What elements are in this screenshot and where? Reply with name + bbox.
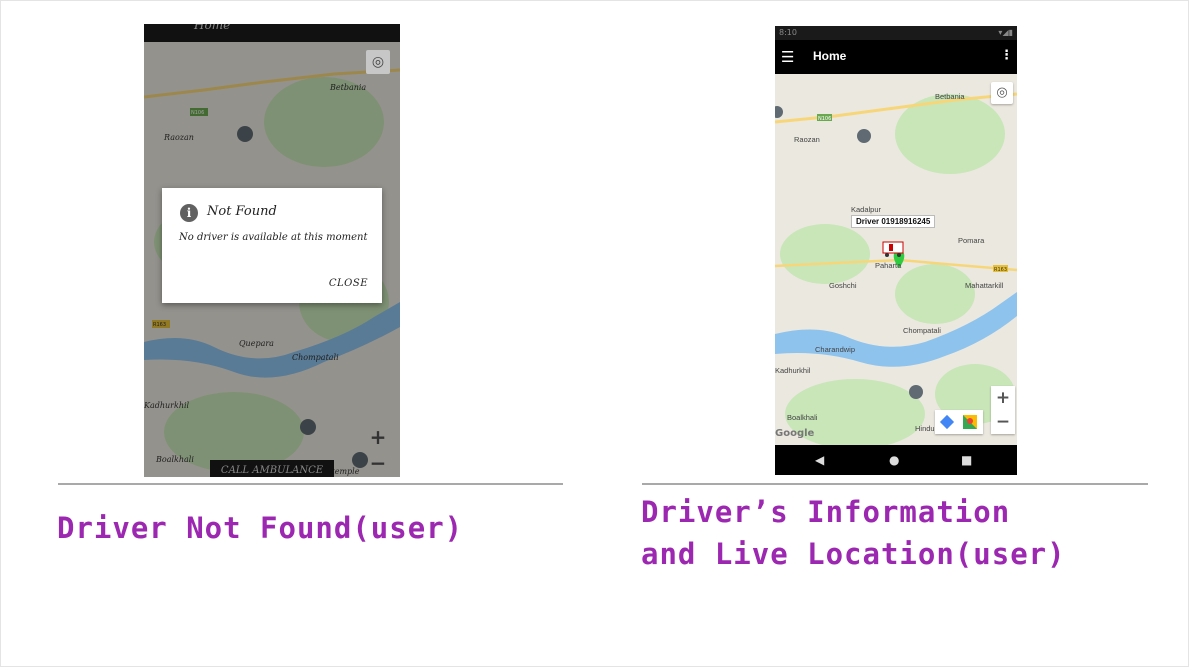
zoom-out-button[interactable]: −: [991, 410, 1015, 434]
driver-info-label[interactable]: Driver 01918916245: [851, 215, 936, 228]
right-map-label-charandwip: Charandwip: [815, 345, 855, 354]
google-logo: Google: [775, 428, 815, 439]
right-app-bar: ☰ Home ⋮: [775, 40, 1017, 74]
map-toolbar: [935, 410, 983, 434]
status-time: 8:10: [779, 28, 797, 37]
dialog-title: Not Found: [207, 204, 277, 219]
right-app-title: Home: [813, 49, 847, 63]
right-phone-screenshot: 8:10 ▾◢▮ ☰ Home ⋮ N106 R163 Betbania Rao…: [775, 26, 1017, 475]
left-caption: Driver Not Found(user): [57, 511, 464, 545]
not-found-dialog: i Not Found No driver is available at th…: [162, 188, 382, 303]
overflow-menu-icon[interactable]: ⋮: [1000, 48, 1013, 63]
right-map-label-hindu: Hindu: [915, 424, 935, 433]
zoom-in-button[interactable]: +: [991, 386, 1015, 410]
right-map-label-chompatali: Chompatali: [903, 326, 941, 335]
right-map[interactable]: N106 R163 Betbania Raozan Kadalpur Pomar…: [775, 74, 1017, 445]
left-phone-screenshot: Home N106 R163 Betbania Raozan Quepara C…: [144, 24, 400, 477]
directions-icon[interactable]: [939, 414, 955, 430]
right-caption-line1: Driver’s Information: [641, 495, 1011, 529]
right-map-label-raozan: Raozan: [794, 135, 820, 144]
my-location-icon[interactable]: ◎: [991, 82, 1013, 104]
android-nav-bar: ◀ ● ■: [775, 445, 1017, 475]
zoom-out-button[interactable]: −: [366, 450, 390, 476]
right-caption-line2: and Live Location(user): [641, 537, 1066, 571]
signal-battery-icon: ▾◢▮: [998, 28, 1013, 37]
hamburger-menu-icon[interactable]: ☰: [781, 47, 797, 67]
right-road-badge: N106: [818, 116, 831, 122]
right-map-label-mahattarkill: Mahattarkill: [965, 281, 1004, 290]
right-map-label-paharta: Paharta: [875, 261, 902, 270]
right-map-label-kadalpur: Kadalpur: [851, 205, 882, 214]
right-map-label-goshchi: Goshchi: [829, 281, 857, 290]
recents-icon[interactable]: ■: [961, 451, 972, 469]
call-ambulance-button[interactable]: CALL AMBULANCE: [210, 460, 334, 477]
status-bar: 8:10 ▾◢▮: [775, 26, 1017, 40]
right-map-label-pomara: Pomara: [958, 236, 985, 245]
home-icon[interactable]: ●: [889, 451, 899, 469]
right-map-label-betbania: Betbania: [935, 92, 965, 101]
google-maps-icon[interactable]: [963, 415, 977, 429]
right-map-label-boalkhali: Boalkhali: [787, 413, 818, 422]
back-icon[interactable]: ◀: [815, 451, 824, 469]
zoom-in-button[interactable]: +: [366, 424, 390, 450]
left-app-bar: Home: [144, 24, 400, 42]
right-divider: [642, 483, 1148, 485]
left-divider: [58, 483, 563, 485]
right-road-badge-2: R163: [994, 267, 1007, 273]
my-location-icon[interactable]: ◎: [366, 50, 390, 74]
right-zoom-controls: + −: [991, 386, 1015, 434]
dialog-message: No driver is available at this moment: [179, 232, 368, 243]
right-map-label-kadhurkhil: Kadhurkhil: [775, 366, 811, 375]
left-app-title: Home: [194, 24, 231, 32]
info-icon: i: [180, 204, 198, 222]
left-zoom-controls: + −: [366, 424, 390, 476]
dialog-close-button[interactable]: CLOSE: [329, 278, 368, 289]
